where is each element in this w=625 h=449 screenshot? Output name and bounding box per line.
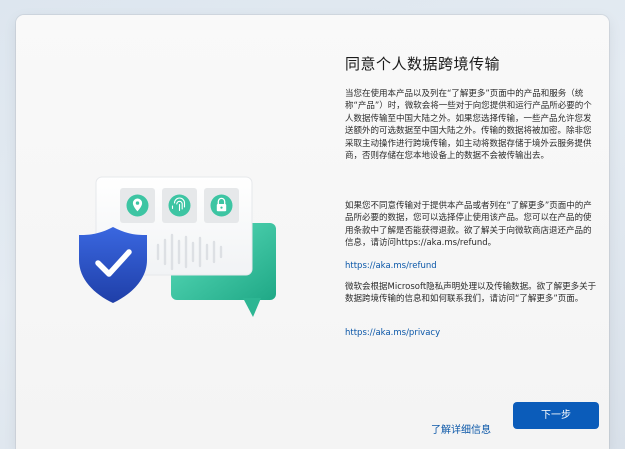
fingerprint-icon: [168, 194, 191, 217]
data-transfer-illustration: [79, 176, 276, 317]
lock-icon: [210, 194, 233, 217]
next-button[interactable]: 下一步: [513, 402, 599, 429]
shield-check-icon: [79, 227, 147, 303]
refund-link[interactable]: https://aka.ms/refund: [345, 261, 437, 271]
location-pin-icon: [126, 194, 149, 217]
learn-more-link[interactable]: 了解详细信息: [431, 421, 491, 436]
dialog-title: 同意个人数据跨境传输: [345, 55, 501, 73]
refund-description: 如果您不同意传输对于提供本产品或者列在“了解更多”页面中的产品所必要的数据，您可…: [345, 201, 592, 249]
privacy-link[interactable]: https://aka.ms/privacy: [345, 328, 440, 338]
transfer-description: 当您在使用本产品以及列在“了解更多”页面中的产品和服务（统称“产品”）时，微软会…: [345, 89, 592, 162]
consent-dialog: 同意个人数据跨境传输 当您在使用本产品以及列在“了解更多”页面中的产品和服务（统…: [16, 15, 609, 449]
privacy-description: 微软会根据Microsoft隐私声明处理以及传输数据。欲了解更多关于数据跨境传输…: [345, 282, 597, 305]
